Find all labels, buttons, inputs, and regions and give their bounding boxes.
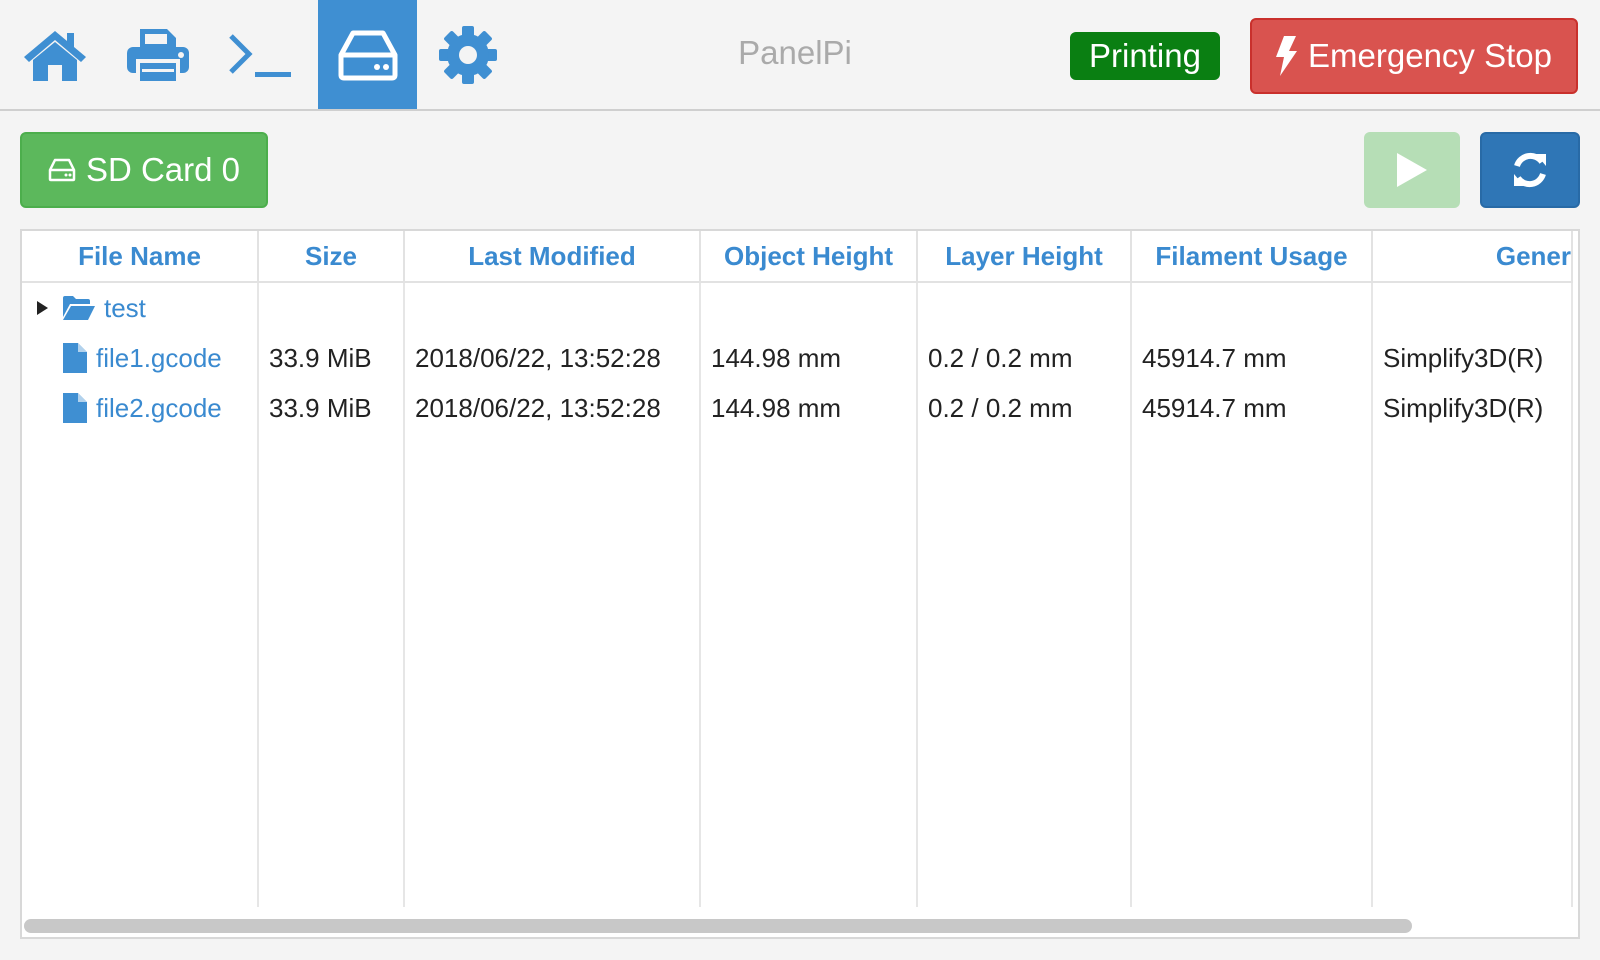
file-name[interactable]: file1.gcode — [96, 343, 222, 374]
table-header-row: File Name Size Last Modified Object Heig… — [22, 231, 1573, 283]
nav-printer-button[interactable] — [108, 0, 207, 109]
cell-filament-usage: 45914.7 mm — [1131, 383, 1373, 433]
cell-layer-height: 0.2 / 0.2 mm — [917, 383, 1132, 433]
nav-console-button[interactable] — [210, 0, 309, 109]
cell-last-modified: 2018/06/22, 13:52:28 — [404, 383, 701, 433]
sd-card-label: SD Card 0 — [85, 151, 241, 188]
emergency-stop-button[interactable]: Emergency Stop — [1250, 18, 1578, 94]
refresh-button[interactable] — [1480, 132, 1580, 208]
file-name[interactable]: file2.gcode — [96, 393, 222, 424]
cell-object-height: 144.98 mm — [700, 383, 918, 433]
cell-last-modified: 2018/06/22, 13:52:28 — [404, 333, 701, 383]
bolt-icon — [1276, 36, 1298, 76]
folder-open-icon — [63, 296, 95, 320]
file-icon — [63, 343, 87, 373]
header-filament-usage[interactable]: Filament Usage — [1131, 231, 1373, 283]
play-icon — [1397, 153, 1427, 187]
nav-home-button[interactable] — [5, 0, 104, 109]
app-title: PanelPi — [738, 34, 852, 71]
header-size[interactable]: Size — [258, 231, 405, 283]
folder-name[interactable]: test — [104, 293, 146, 324]
cell-generator: Simplify3D(R) — [1372, 333, 1573, 383]
header-generator[interactable]: Gener — [1372, 231, 1573, 283]
cell-generator: Simplify3D(R) — [1372, 383, 1573, 433]
cell-size: 33.9 MiB — [258, 333, 405, 383]
header-last-modified[interactable]: Last Modified — [404, 231, 701, 283]
top-navbar: PanelPi Printing Emergency Stop — [0, 0, 1600, 111]
start-print-button[interactable] — [1364, 132, 1460, 208]
cell-filament-usage: 45914.7 mm — [1131, 333, 1373, 383]
sd-card-button[interactable]: SD Card 0 — [20, 132, 268, 208]
home-icon — [23, 30, 86, 81]
horizontal-scrollbar[interactable] — [24, 919, 1412, 933]
nav-storage-button[interactable] — [318, 0, 417, 109]
printer-icon — [126, 28, 189, 85]
hdd-icon — [338, 30, 397, 80]
table-row[interactable]: file2.gcode 33.9 MiB 2018/06/22, 13:52:2… — [22, 383, 1573, 433]
gear-icon — [438, 25, 497, 84]
nav-settings-button[interactable] — [418, 0, 517, 109]
header-object-height[interactable]: Object Height — [700, 231, 918, 283]
cell-object-height: 144.98 mm — [700, 333, 918, 383]
hdd-icon — [48, 158, 76, 182]
file-icon — [63, 393, 87, 423]
status-badge: Printing — [1070, 32, 1220, 80]
emergency-stop-label: Emergency Stop — [1308, 37, 1552, 74]
table-row[interactable]: file1.gcode 33.9 MiB 2018/06/22, 13:52:2… — [22, 333, 1573, 383]
header-layer-height[interactable]: Layer Height — [917, 231, 1132, 283]
header-file-name[interactable]: File Name — [22, 231, 259, 283]
file-table: File Name Size Last Modified Object Heig… — [20, 229, 1580, 939]
cell-layer-height: 0.2 / 0.2 mm — [917, 333, 1132, 383]
refresh-icon — [1514, 152, 1546, 188]
expand-caret-icon[interactable] — [22, 300, 62, 316]
terminal-icon — [228, 33, 291, 77]
cell-size: 33.9 MiB — [258, 383, 405, 433]
table-row[interactable]: test — [22, 282, 1573, 333]
